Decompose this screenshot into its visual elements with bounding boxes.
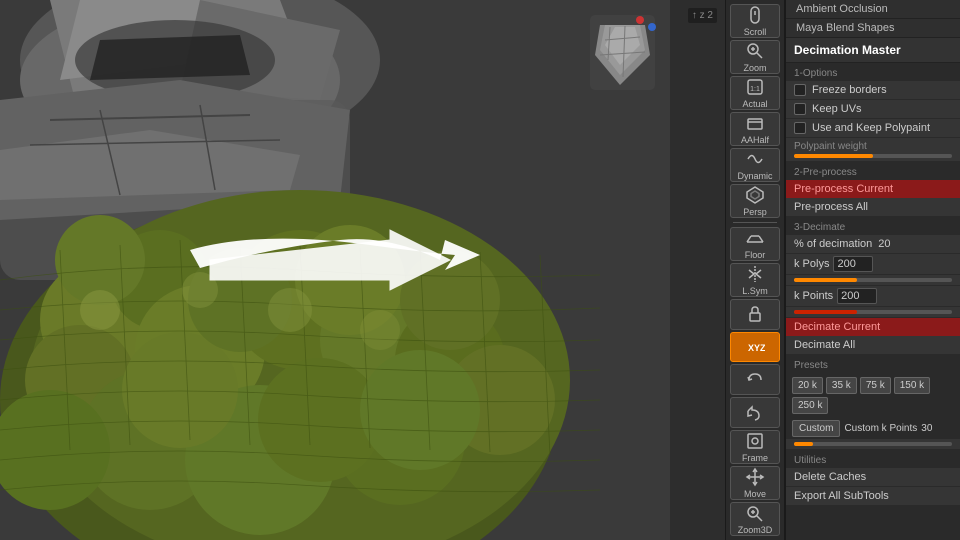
k-polys-slider-row[interactable]	[786, 275, 960, 286]
rotate-button[interactable]	[730, 364, 780, 395]
preset-250k-button[interactable]: 250 k	[792, 397, 828, 414]
preset-20k-button[interactable]: 20 k	[792, 377, 823, 394]
decimation-percent-row[interactable]: % of decimation 20	[786, 235, 960, 254]
preset-75k-button[interactable]: 75 k	[860, 377, 891, 394]
decimation-master-title: Decimation Master	[786, 38, 960, 63]
actual-button[interactable]: 1:1 Actual	[730, 76, 780, 110]
coord-indicator: ↑ z 2	[688, 8, 717, 23]
scroll-button[interactable]: Scroll	[730, 4, 780, 38]
viewport-render	[0, 0, 670, 540]
left-toolbar: Scroll Zoom 1:1 Actual AAHalf Dynamic	[725, 0, 785, 540]
xyz-button[interactable]: XYZ	[730, 332, 780, 363]
use-polypaint-checkbox[interactable]: Use and Keep Polypaint	[786, 119, 960, 138]
3d-viewport[interactable]: ↑ z 2	[0, 0, 725, 540]
k-polys-input[interactable]	[833, 256, 873, 272]
k-points-slider-row[interactable]	[786, 307, 960, 318]
preset-35k-button[interactable]: 35 k	[826, 377, 857, 394]
keep-uvs-checkbox[interactable]: Keep UVs	[786, 100, 960, 119]
k-polys-track[interactable]	[794, 278, 952, 282]
dynamic-button[interactable]: Dynamic	[730, 148, 780, 182]
decimation-percent-label: % of decimation	[794, 238, 872, 250]
delete-caches-button[interactable]: Delete Caches	[786, 468, 960, 487]
maya-blend-shapes-item[interactable]: Maya Blend Shapes	[786, 19, 960, 38]
move-button[interactable]: Move	[730, 466, 780, 500]
keep-uvs-box	[794, 103, 806, 115]
custom-button[interactable]: Custom	[792, 420, 840, 437]
custom-slider-row[interactable]	[786, 439, 960, 450]
freeze-borders-checkbox[interactable]: Freeze borders	[786, 81, 960, 100]
floor-button[interactable]: Floor	[730, 227, 780, 261]
decimate-all-button[interactable]: Decimate All	[786, 336, 960, 355]
custom-k-points-value: 30	[921, 423, 932, 434]
custom-fill	[794, 442, 813, 446]
frame-button[interactable]: Frame	[730, 430, 780, 464]
k-points-input[interactable]	[837, 288, 877, 304]
preset-150k-button[interactable]: 150 k	[894, 377, 930, 394]
k-points-fill	[794, 310, 857, 314]
polypaint-weight-label: Polypaint weight	[794, 141, 952, 152]
use-polypaint-box	[794, 122, 806, 134]
preprocess-section-label: 2-Pre-process	[786, 162, 960, 180]
utilities-section-label: Utilities	[786, 450, 960, 468]
polypaint-weight-row[interactable]: Polypaint weight	[786, 138, 960, 162]
persp-button[interactable]: Persp	[730, 184, 780, 218]
lsym-button[interactable]: L.Sym	[730, 263, 780, 297]
decimation-percent-value: 20	[878, 238, 890, 250]
zoom-button[interactable]: Zoom	[730, 40, 780, 74]
preprocess-current-button[interactable]: Pre-process Current	[786, 180, 960, 198]
decimate-section-label: 3-Decimate	[786, 217, 960, 235]
presets-section-label: Presets	[786, 355, 960, 373]
k-polys-fill	[794, 278, 857, 282]
freeze-borders-box	[794, 84, 806, 96]
k-points-row[interactable]: k Points	[786, 286, 960, 307]
svg-text:1:1: 1:1	[750, 86, 760, 93]
k-points-label: k Points	[794, 290, 833, 302]
decimate-current-button[interactable]: Decimate Current	[786, 318, 960, 336]
zoom3d-button[interactable]: Zoom3D	[730, 502, 780, 536]
orientation-gizmo	[590, 15, 656, 90]
freeze-borders-label: Freeze borders	[812, 84, 887, 96]
toolbar-divider-1	[733, 222, 777, 223]
lock-button[interactable]	[730, 299, 780, 330]
svg-text:XYZ: XYZ	[748, 343, 765, 353]
options-section-label: 1-Options	[786, 63, 960, 81]
custom-k-points-label: Custom k Points	[844, 423, 917, 434]
use-polypaint-label: Use and Keep Polypaint	[812, 122, 930, 134]
export-all-subtools-button[interactable]: Export All SubTools	[786, 487, 960, 506]
polypaint-weight-track[interactable]	[794, 154, 952, 158]
keep-uvs-label: Keep UVs	[812, 103, 862, 115]
preset-buttons-row: 20 k 35 k 75 k 150 k 250 k	[786, 373, 960, 418]
custom-row: Custom Custom k Points 30	[786, 418, 960, 439]
k-points-track[interactable]	[794, 310, 952, 314]
k-polys-row[interactable]: k Polys	[786, 254, 960, 275]
aahalf-button[interactable]: AAHalf	[730, 112, 780, 146]
right-panel: Ambient Occlusion Maya Blend Shapes Deci…	[785, 0, 960, 540]
custom-track[interactable]	[794, 442, 952, 446]
polypaint-weight-fill	[794, 154, 873, 158]
preprocess-all-button[interactable]: Pre-process All	[786, 198, 960, 217]
undo-button[interactable]	[730, 397, 780, 428]
k-polys-label: k Polys	[794, 258, 829, 270]
ambient-occlusion-item[interactable]: Ambient Occlusion	[786, 0, 960, 19]
